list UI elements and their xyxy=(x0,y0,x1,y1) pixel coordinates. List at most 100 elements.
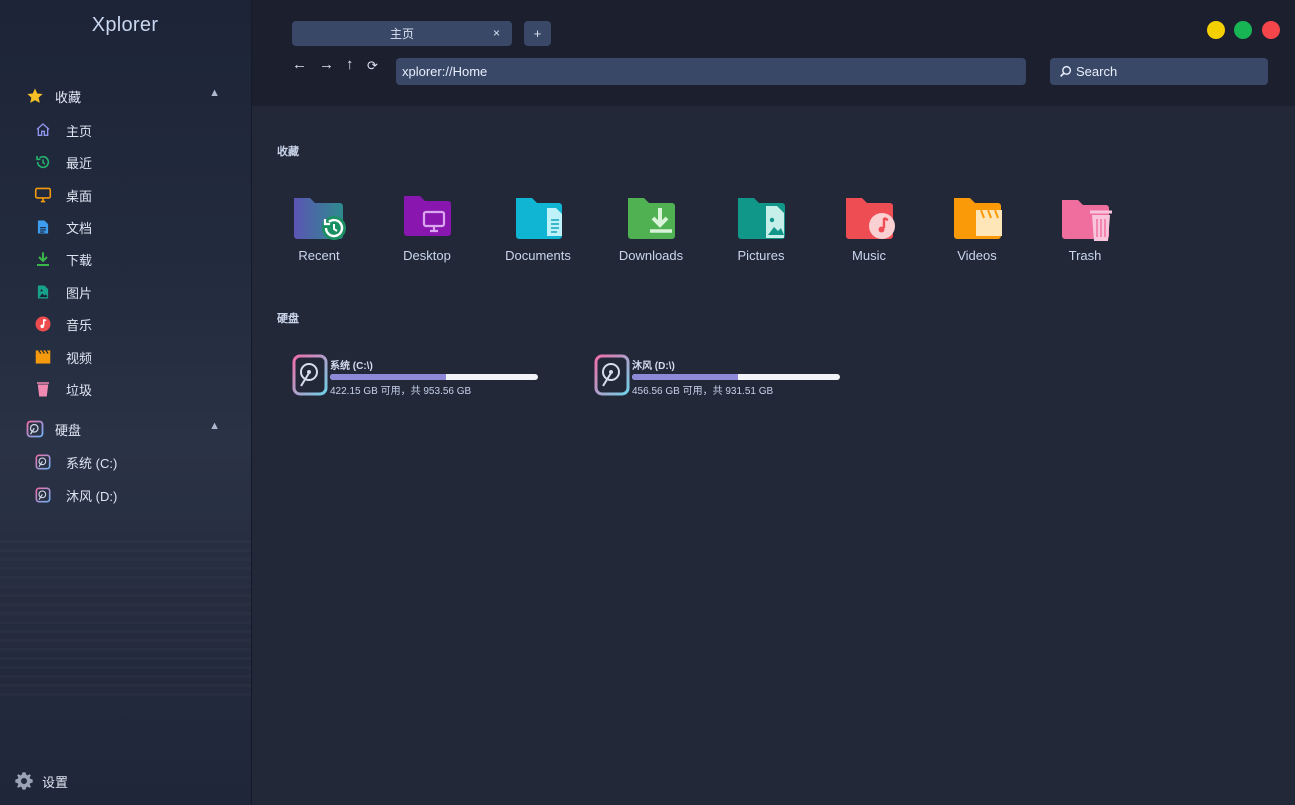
pictures-folder-icon xyxy=(738,198,785,239)
sidebar-item-label: 下载 xyxy=(66,252,93,268)
drive-icon xyxy=(34,453,52,471)
sidebar-item-label: 音乐 xyxy=(66,317,93,333)
favorite-recent[interactable]: Recent xyxy=(274,190,364,270)
drive-usage-bar xyxy=(632,374,840,380)
picture-icon xyxy=(34,283,52,301)
collapse-caret-icon[interactable]: ▲ xyxy=(209,87,220,99)
back-button[interactable]: ← xyxy=(292,56,307,73)
tab-home[interactable]: 主页 × xyxy=(292,21,512,46)
sidebar-item-documents[interactable]: 文档 xyxy=(34,215,234,239)
settings-label: 设置 xyxy=(42,774,69,790)
refresh-button[interactable]: ⟳ xyxy=(367,58,378,74)
drive-usage-bar xyxy=(330,374,538,380)
sidebar-item-label: 文档 xyxy=(66,220,93,236)
recent-icon xyxy=(34,153,52,171)
document-icon xyxy=(34,218,52,236)
home-icon xyxy=(34,121,52,139)
new-tab-button[interactable]: + xyxy=(524,21,551,46)
favorite-trash[interactable]: Trash xyxy=(1040,190,1130,270)
downloads-folder-icon xyxy=(628,198,675,239)
sidebar: Xplorer 收藏 ▲ 主页 最近 桌面 文档 下载 图片 音乐 视频 垃圾 … xyxy=(0,0,252,805)
sidebar-item-pictures[interactable]: 图片 xyxy=(34,280,234,304)
main-content: 收藏 Recent Desktop Documents Downloads Pi… xyxy=(252,106,1295,805)
drive-capacity-info: 422.15 GB 可用，共 953.56 GB xyxy=(330,386,472,397)
drive-d[interactable]: 沐风 (D:\) 456.56 GB 可用，共 931.51 GB xyxy=(594,354,854,398)
favorites-section-label: 收藏 xyxy=(55,89,82,105)
sidebar-item-label: 沐风 (D:) xyxy=(66,488,118,504)
maximize-button[interactable] xyxy=(1234,21,1252,39)
address-bar-input[interactable] xyxy=(396,58,1026,85)
recent-folder-icon xyxy=(294,198,346,240)
favorite-label: Music xyxy=(852,248,886,263)
drive-capacity-info: 456.56 GB 可用，共 931.51 GB xyxy=(632,386,774,397)
drive-usage-fill xyxy=(330,374,446,380)
drive-icon xyxy=(26,420,44,438)
search-placeholder: Search xyxy=(1076,64,1118,79)
drives-section-label: 硬盘 xyxy=(55,422,82,438)
sidebar-item-label: 图片 xyxy=(66,285,93,301)
download-icon xyxy=(34,250,52,268)
sidebar-item-label: 最近 xyxy=(66,155,93,171)
toolbar: 主页 × + ← → ↑ ⟳ Search xyxy=(252,0,1295,106)
favorites-section-header[interactable]: 收藏 ▲ xyxy=(26,84,226,108)
up-button[interactable]: ↑ xyxy=(346,56,354,73)
trash-folder-icon xyxy=(1062,200,1112,241)
music-icon xyxy=(34,315,52,333)
drive-usage-fill xyxy=(632,374,739,380)
drive-icon xyxy=(292,354,328,396)
sidebar-item-label: 垃圾 xyxy=(66,382,93,398)
favorite-label: Recent xyxy=(298,248,340,263)
sidebar-item-drive-c[interactable]: 系统 (C:) xyxy=(34,450,234,474)
search-input[interactable]: Search xyxy=(1050,58,1268,85)
sidebar-item-home[interactable]: 主页 xyxy=(34,118,234,142)
favorite-documents[interactable]: Documents xyxy=(493,190,583,270)
drive-icon xyxy=(594,354,630,396)
desktop-folder-icon xyxy=(404,196,451,236)
tab-close-icon[interactable]: × xyxy=(493,26,500,40)
favorite-music[interactable]: Music xyxy=(824,190,914,270)
favorite-label: Documents xyxy=(505,248,571,263)
collapse-caret-icon[interactable]: ▲ xyxy=(209,420,220,432)
close-button[interactable] xyxy=(1262,21,1280,39)
sidebar-item-label: 系统 (C:) xyxy=(66,455,118,471)
gear-icon xyxy=(14,771,34,791)
drive-c[interactable]: 系统 (C:\) 422.15 GB 可用，共 953.56 GB xyxy=(292,354,552,398)
videos-folder-icon xyxy=(954,198,1002,239)
app-title: Xplorer xyxy=(91,14,159,36)
favorite-downloads[interactable]: Downloads xyxy=(606,190,696,270)
favorite-label: Trash xyxy=(1068,248,1102,263)
star-icon xyxy=(26,87,44,105)
drive-icon xyxy=(34,486,52,504)
forward-button[interactable]: → xyxy=(319,56,334,73)
sidebar-item-desktop[interactable]: 桌面 xyxy=(34,183,234,207)
documents-folder-icon xyxy=(516,198,562,239)
video-icon xyxy=(34,348,52,366)
sidebar-item-downloads[interactable]: 下载 xyxy=(34,247,234,271)
favorites-heading: 收藏 xyxy=(277,146,299,158)
drive-name: 系统 (C:\) xyxy=(330,361,373,372)
drive-name: 沐风 (D:\) xyxy=(632,361,675,372)
sidebar-item-drive-d[interactable]: 沐风 (D:) xyxy=(34,483,234,507)
drives-heading: 硬盘 xyxy=(277,313,299,325)
favorite-label: Pictures xyxy=(737,248,785,263)
favorite-label: Downloads xyxy=(618,248,684,263)
settings-button[interactable]: 设置 xyxy=(14,771,68,791)
favorite-label: Desktop xyxy=(403,248,451,263)
favorite-label: Videos xyxy=(957,248,997,263)
sidebar-item-label: 主页 xyxy=(66,123,93,139)
favorite-pictures[interactable]: Pictures xyxy=(716,190,806,270)
sidebar-item-trash[interactable]: 垃圾 xyxy=(34,377,234,401)
sidebar-item-recent[interactable]: 最近 xyxy=(34,150,234,174)
music-folder-icon xyxy=(846,198,895,239)
search-icon xyxy=(1058,65,1072,79)
drives-section-header[interactable]: 硬盘 ▲ xyxy=(26,417,226,441)
trash-icon xyxy=(34,380,52,398)
desktop-icon xyxy=(34,186,52,204)
minimize-button[interactable] xyxy=(1207,21,1225,39)
favorite-desktop[interactable]: Desktop xyxy=(382,190,472,270)
sidebar-item-label: 桌面 xyxy=(66,188,93,204)
sidebar-item-videos[interactable]: 视频 xyxy=(34,345,234,369)
favorite-videos[interactable]: Videos xyxy=(932,190,1022,270)
sidebar-item-label: 视频 xyxy=(66,350,93,366)
sidebar-item-music[interactable]: 音乐 xyxy=(34,312,234,336)
